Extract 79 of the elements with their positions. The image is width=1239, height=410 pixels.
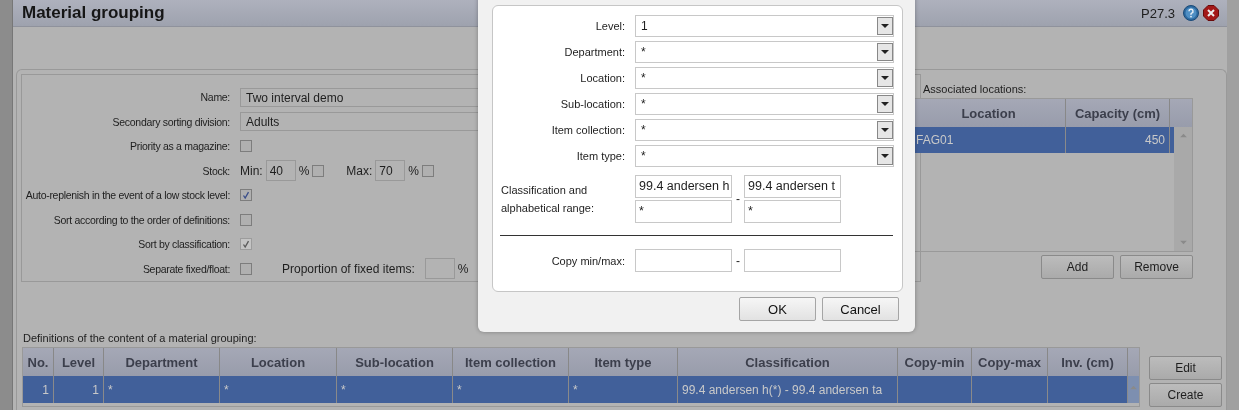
field-label: Level: [594,20,625,32]
checkbox[interactable] [240,213,252,226]
caret-icon [877,95,893,113]
dropdown[interactable]: * [635,119,894,141]
scrollbar[interactable] [1174,127,1192,251]
field-label: Copy min/max: [550,254,625,267]
text-field[interactable]: 99.4 andersen h [635,175,732,198]
field-label: Sub-location: [559,98,625,110]
table-row[interactable]: FAG01 450 [912,127,1174,153]
percent-label: % [408,163,420,178]
caret-icon [877,147,893,165]
text-field[interactable]: 99.4 andersen t [744,175,841,198]
text-field[interactable]: * [744,200,841,223]
caret-icon [877,43,893,61]
percent-label: % [457,261,469,276]
table-row[interactable]: 1 1 * * * * * 99.4 andersen h(*) - 99.4 andersen ta [23,376,1139,403]
table-cell: * [453,376,569,403]
window-title: Material grouping [22,3,166,23]
close-icon[interactable] [1203,5,1219,21]
table-cell: * [569,376,678,403]
caret-icon [877,121,893,139]
proportion-label: Proportion of fixed items: [282,261,415,276]
section-label: Definitions of the content of a material grouping: [22,331,258,346]
min-label: Min: [240,163,263,178]
field-label: Priority as a magazine: [129,140,230,153]
field-label: Secondary sorting division: [111,115,230,128]
table-cell: 450 [1066,127,1170,153]
scrollbar[interactable] [1128,376,1139,403]
screen-code: P27.3 [1141,5,1175,21]
checkbox[interactable] [312,164,325,177]
scroll-up-icon[interactable] [1178,133,1188,138]
table-cell: * [220,376,337,403]
action-button[interactable]: Add [1041,255,1114,279]
field-label: Item collection: [550,124,625,136]
field-label: Name: [199,91,230,104]
caret-icon [877,69,893,87]
dropdown[interactable]: * [635,41,894,63]
range-separator: - [735,253,741,268]
max-field[interactable]: 70 [375,160,406,182]
field-label: Stock: [201,164,230,177]
min-field[interactable]: 40 [265,160,296,182]
dropdown[interactable]: * [635,93,894,115]
table-cell: 99.4 andersen h(*) - 99.4 andersen ta [678,376,898,403]
min-field[interactable] [635,249,732,272]
dropdown[interactable]: * [635,145,894,167]
proportion-field[interactable] [424,258,455,280]
field-label: Separate fixed/float: [141,262,230,275]
section-label: Associated locations: [922,82,1028,97]
field-label: Item type: [575,150,625,162]
dropdown[interactable]: * [635,67,894,89]
field-label: Department: [563,46,625,58]
percent-label: % [298,163,310,178]
checkbox[interactable] [422,164,435,177]
field-label: Auto-replenish in the event of a low stock level: [24,189,230,202]
field-label: Sort according to the order of definitions: [52,213,230,226]
checkbox[interactable] [240,262,252,275]
table-cell: * [337,376,453,403]
dialog-button[interactable]: Cancel [822,297,899,321]
action-button[interactable]: Edit [1149,356,1222,380]
checkbox[interactable] [240,140,252,153]
action-button[interactable]: Remove [1120,255,1193,279]
field-label: Location: [579,72,625,84]
table-cell: 1 [23,376,54,403]
caret-icon [877,17,893,35]
range-separator: - [735,192,741,206]
table-cell: 1 [54,376,104,403]
max-field[interactable] [744,249,841,272]
dropdown[interactable]: 1 [635,15,894,37]
field-label: Sort by classification: [137,238,230,251]
table-cell: * [104,376,220,403]
action-button[interactable]: Create [1149,383,1222,407]
max-label: Max: [346,163,373,178]
dialog-button[interactable]: OK [739,297,816,321]
scroll-up-icon[interactable] [1129,385,1138,390]
scroll-down-icon[interactable] [1178,240,1188,245]
help-icon[interactable] [1183,5,1199,21]
field-label: Classification and alphabetical range: [501,183,595,216]
text-field[interactable]: * [635,200,732,223]
checkbox[interactable] [240,189,252,202]
